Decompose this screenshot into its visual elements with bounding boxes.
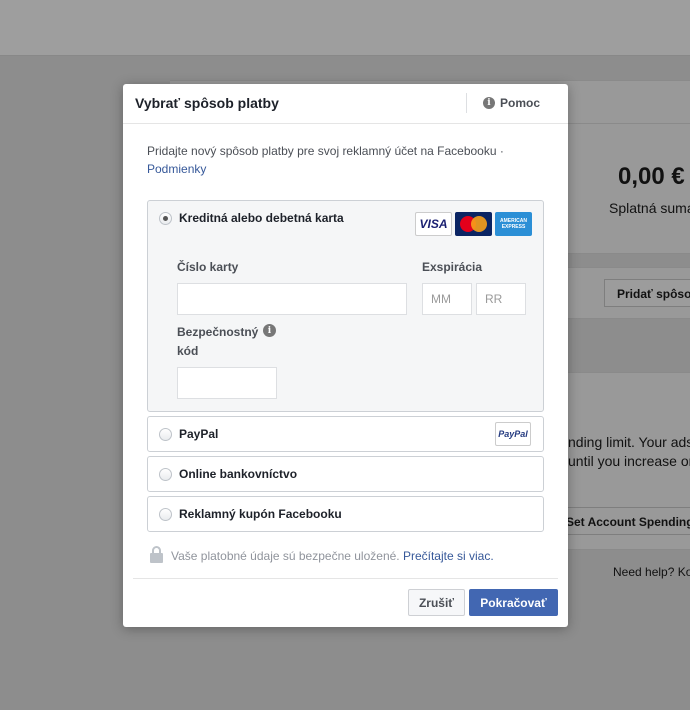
payment-method-dialog: Vybrať spôsob platby i Pomoc Pridajte nov… [123, 84, 568, 627]
expiry-year-input[interactable]: RR [476, 283, 526, 315]
visa-logo: VISA [415, 212, 452, 236]
mastercard-logo [455, 212, 492, 236]
info-icon: i [483, 97, 495, 109]
paypal-label: PayPal [179, 427, 219, 441]
security-code-label-2: kód [177, 344, 199, 358]
card-option-label: Kreditná alebo debetná karta [179, 211, 344, 225]
online-banking-radio[interactable] [159, 468, 172, 481]
learn-more-link[interactable]: Prečítajte si viac. [403, 549, 494, 563]
online-banking-option[interactable]: Online bankovníctvo [147, 456, 544, 492]
coupon-radio[interactable] [159, 508, 172, 521]
card-number-label: Číslo karty [177, 260, 239, 274]
bg-limit-text-2: until you increase or [568, 453, 690, 469]
bg-spending-button[interactable]: Set Account Spending [560, 507, 690, 535]
dialog-title: Vybrať spôsob platby [135, 95, 279, 111]
online-banking-label: Online bankovníctvo [179, 467, 298, 481]
continue-button[interactable]: Pokračovať [469, 589, 558, 616]
security-code-label: Bezpečnostný [177, 325, 259, 339]
security-code-input[interactable] [177, 367, 277, 399]
bg-amount-label: Splatná suma [609, 200, 690, 216]
intro-label: Pridajte nový spôsob platby pre svoj rek… [147, 144, 504, 158]
help-label: Pomoc [500, 96, 541, 110]
expiry-label: Exspirácia [422, 260, 483, 274]
intro-text: Pridajte nový spôsob platby pre svoj rek… [147, 142, 547, 178]
top-bar [0, 0, 690, 56]
secure-note: Vaše platobné údaje sú bezpečne uložené.… [171, 549, 494, 563]
coupon-option[interactable]: Reklamný kupón Facebooku [147, 496, 544, 532]
bg-need-help[interactable]: Need help? Ko [613, 565, 690, 579]
header-divider [466, 93, 467, 113]
card-number-input[interactable] [177, 283, 407, 315]
bg-add-method-button[interactable]: Pridať spôso [604, 279, 690, 307]
bg-limit-text-1: nding limit. Your ads [568, 434, 690, 450]
cancel-button[interactable]: Zrušiť [408, 589, 465, 616]
amex-logo: AMERICAN EXPRESS [495, 212, 532, 236]
bg-spending-label: Set Account Spending [566, 515, 690, 529]
secure-note-text: Vaše platobné údaje sú bezpečne uložené. [171, 549, 400, 563]
help-link[interactable]: i Pomoc [483, 96, 540, 110]
expiry-month-input[interactable]: MM [422, 283, 472, 315]
paypal-logo: PayPal [495, 422, 531, 446]
bg-amount: 0,00 € [618, 163, 685, 190]
paypal-radio[interactable] [159, 428, 172, 441]
card-option[interactable]: Kreditná alebo debetná karta VISA AMERIC… [147, 200, 544, 412]
lock-icon [150, 546, 163, 563]
footer-divider [133, 578, 558, 579]
card-radio[interactable] [159, 212, 172, 225]
coupon-label: Reklamný kupón Facebooku [179, 507, 342, 521]
paypal-option[interactable]: PayPal PayPal [147, 416, 544, 452]
dialog-header: Vybrať spôsob platby i Pomoc [123, 84, 568, 124]
terms-link[interactable]: Podmienky [147, 162, 206, 176]
security-info-icon[interactable]: i [263, 324, 276, 337]
